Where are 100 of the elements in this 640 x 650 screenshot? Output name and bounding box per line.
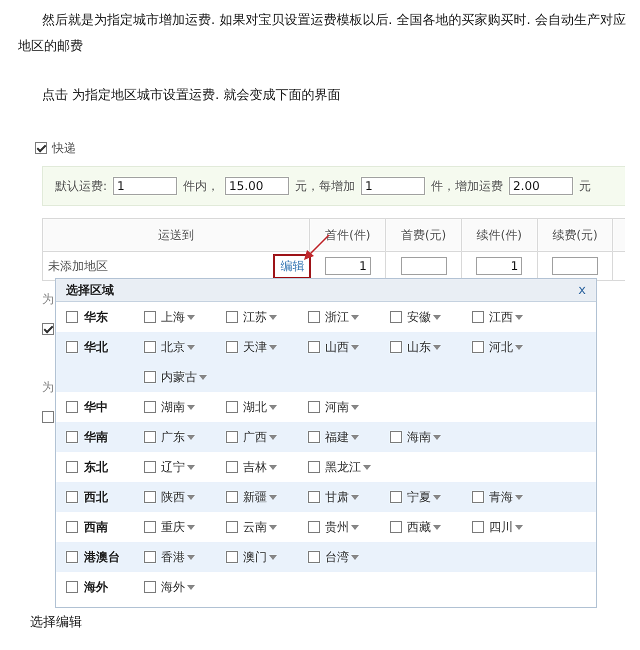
caret-icon[interactable]: [351, 524, 359, 530]
input-field[interactable]: 1: [324, 257, 371, 275]
checkbox[interactable]: [35, 142, 47, 154]
caret-icon[interactable]: [515, 524, 523, 530]
caret-icon[interactable]: [187, 584, 195, 590]
input-field[interactable]: [400, 257, 447, 275]
checkbox[interactable]: [226, 401, 238, 413]
caret-icon[interactable]: [351, 434, 359, 440]
caret-icon[interactable]: [269, 404, 277, 410]
province-label: 湖北: [243, 398, 267, 416]
caret-icon[interactable]: [199, 374, 207, 380]
caret-icon[interactable]: [515, 344, 523, 350]
row-label: 为: [42, 379, 55, 396]
caret-icon[interactable]: [269, 464, 277, 470]
checkbox[interactable]: [308, 431, 320, 443]
input-field[interactable]: 1: [476, 257, 522, 275]
checkbox[interactable]: [226, 551, 238, 563]
caret-icon[interactable]: [269, 434, 277, 440]
checkbox[interactable]: [144, 431, 156, 443]
caret-icon[interactable]: [515, 314, 523, 320]
checkbox[interactable]: [144, 461, 156, 473]
checkbox[interactable]: [308, 461, 320, 473]
caret-icon[interactable]: [351, 494, 359, 500]
input-field[interactable]: [552, 257, 598, 275]
checkbox[interactable]: [390, 431, 402, 443]
checkbox[interactable]: [390, 491, 402, 503]
checkbox[interactable]: [308, 521, 320, 533]
caret-icon[interactable]: [187, 344, 195, 350]
input-field[interactable]: 1: [361, 177, 426, 195]
caret-icon[interactable]: [351, 314, 359, 320]
caret-icon[interactable]: [433, 344, 441, 350]
checkbox[interactable]: [308, 341, 320, 353]
checkbox[interactable]: [472, 311, 484, 323]
checkbox[interactable]: [472, 491, 484, 503]
checkbox[interactable]: [144, 491, 156, 503]
caret-icon[interactable]: [269, 344, 277, 350]
checkbox[interactable]: [66, 461, 78, 473]
checkbox[interactable]: [390, 341, 402, 353]
checkbox[interactable]: [226, 461, 238, 473]
close-button[interactable]: x: [578, 282, 586, 298]
caret-icon[interactable]: [269, 314, 277, 320]
province-label: 山西: [325, 338, 349, 356]
checkbox[interactable]: [226, 521, 238, 533]
caret-icon[interactable]: [433, 314, 441, 320]
caret-icon[interactable]: [187, 404, 195, 410]
checkbox[interactable]: [42, 411, 54, 423]
checkbox[interactable]: [144, 551, 156, 563]
checkbox[interactable]: [144, 341, 156, 353]
column-header: 续费(元): [537, 218, 613, 252]
checkbox[interactable]: [226, 341, 238, 353]
province-label: 海南: [407, 428, 431, 446]
checkbox[interactable]: [66, 521, 78, 533]
checkbox[interactable]: [66, 491, 78, 503]
caret-icon[interactable]: [187, 464, 195, 470]
checkbox[interactable]: [144, 401, 156, 413]
caret-icon[interactable]: [351, 554, 359, 560]
checkbox[interactable]: [226, 491, 238, 503]
checkbox[interactable]: [308, 551, 320, 563]
caret-icon[interactable]: [515, 494, 523, 500]
input-field[interactable]: 2.00: [509, 177, 574, 195]
caret-icon[interactable]: [269, 494, 277, 500]
checkbox[interactable]: [472, 521, 484, 533]
caret-icon[interactable]: [433, 494, 441, 500]
region-label: 西北: [84, 488, 108, 506]
checkbox[interactable]: [144, 371, 156, 383]
checkbox[interactable]: [66, 341, 78, 353]
caret-icon[interactable]: [187, 434, 195, 440]
caret-icon[interactable]: [269, 554, 277, 560]
caret-icon[interactable]: [187, 494, 195, 500]
caret-icon[interactable]: [433, 434, 441, 440]
checkbox[interactable]: [226, 431, 238, 443]
caret-icon[interactable]: [187, 554, 195, 560]
checkbox[interactable]: [308, 311, 320, 323]
popup-title: 选择区域: [66, 282, 114, 298]
checkbox[interactable]: [308, 491, 320, 503]
table-cell: 未添加地区: [48, 258, 108, 272]
checkbox[interactable]: [390, 311, 402, 323]
checkbox[interactable]: [66, 551, 78, 563]
checkbox[interactable]: [144, 311, 156, 323]
caret-icon[interactable]: [269, 524, 277, 530]
checkbox[interactable]: [66, 431, 78, 443]
checkbox[interactable]: [226, 311, 238, 323]
caret-icon[interactable]: [433, 524, 441, 530]
caret-icon[interactable]: [351, 404, 359, 410]
checkbox[interactable]: [308, 401, 320, 413]
input-field[interactable]: 15.00: [225, 177, 290, 195]
checkbox[interactable]: [144, 581, 156, 593]
province-label: 山东: [407, 338, 431, 356]
caret-icon[interactable]: [187, 524, 195, 530]
checkbox[interactable]: [390, 521, 402, 533]
checkbox[interactable]: [472, 341, 484, 353]
checkbox[interactable]: [42, 323, 54, 335]
caret-icon[interactable]: [351, 344, 359, 350]
checkbox[interactable]: [66, 311, 78, 323]
checkbox[interactable]: [66, 401, 78, 413]
caret-icon[interactable]: [187, 314, 195, 320]
checkbox[interactable]: [66, 581, 78, 593]
input-field[interactable]: 1: [113, 177, 178, 195]
checkbox[interactable]: [144, 521, 156, 533]
caret-icon[interactable]: [363, 464, 371, 470]
